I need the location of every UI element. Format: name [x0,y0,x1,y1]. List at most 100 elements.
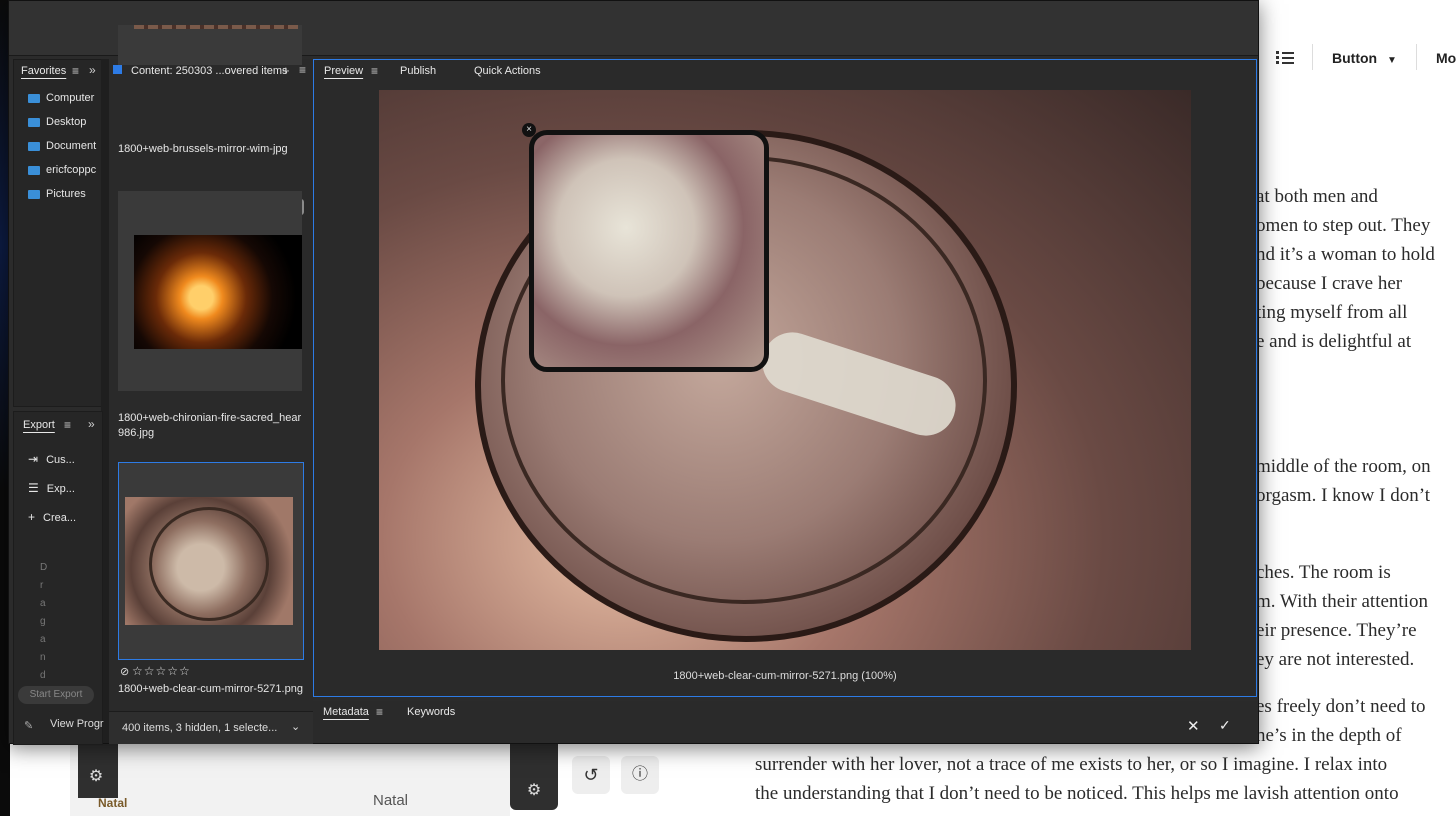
file-name-label: 1800+web-chironian-fire-sacred_hear 986.… [118,412,302,439]
article-line: at both men and [1256,186,1378,207]
tab-export[interactable]: Export [23,419,55,431]
item-count-status: 400 items, 3 hidden, 1 selecte... [122,722,278,734]
folder-icon [28,189,40,199]
tab-quick-actions[interactable]: Quick Actions [474,65,541,77]
favorite-label: ericfcoppc [46,164,97,176]
star-rating[interactable]: ☆☆☆☆☆ [132,664,191,678]
drag-hint-letter: g [40,616,46,627]
selected-thumbnail-image [125,497,293,625]
favorite-label: Desktop [46,116,87,128]
article-line: m. With their attention [1256,591,1428,612]
panel-menu-icon[interactable]: ≡ [72,64,79,78]
apply-checkmark-icon[interactable]: ✓ [1219,717,1231,734]
export-item[interactable]: + Crea... [28,510,76,524]
close-icon[interactable]: × [522,123,536,137]
export-item[interactable]: ☰ Exp... [28,481,75,495]
toolbar-divider [1312,44,1313,70]
export-item-label: Crea... [43,512,77,524]
favorite-item[interactable]: Desktop [28,116,86,136]
article-line: eir presence. They’re [1256,620,1417,641]
export-item-label: Exp... [46,483,75,495]
fire-thumbnail-image [134,235,302,349]
article-line: es freely don’t need to [1256,696,1426,717]
preview-image[interactable]: × [379,90,1191,650]
computer-icon [28,93,40,103]
button-dropdown[interactable]: Button ▼ [1332,50,1397,66]
expand-panel-icon[interactable]: » [88,417,95,431]
pencil-icon[interactable]: ✎ [24,719,33,732]
article-line: omen to step out. They [1256,215,1431,236]
cancel-icon[interactable]: ✕ [1187,717,1200,735]
article-line: because I crave her [1256,273,1403,294]
drag-hint-letter: d [40,670,46,681]
folder-icon [28,141,40,151]
article-line: the understanding that I don’t need to b… [755,783,1399,804]
gear-icon[interactable]: ⚙ [524,780,544,800]
start-export-button[interactable]: Start Export [18,686,94,704]
expand-panel-icon[interactable]: » [89,63,96,77]
content-color-swatch [113,65,122,74]
add-icon[interactable]: + [282,63,290,78]
favorite-label: Pictures [46,188,86,200]
list-icon: ☰ [28,481,39,495]
background-card-left [70,742,510,816]
chevron-down-icon[interactable]: ⌄ [291,720,300,733]
drag-hint-letter: a [40,634,46,645]
plus-icon: + [28,510,36,524]
favorite-item[interactable]: Computer [28,92,94,112]
numbered-list-icon[interactable] [1276,50,1294,66]
preview-caption: 1800+web-clear-cum-mirror-5271.png (100%… [673,670,897,682]
folder-icon [28,117,40,127]
view-progress-link[interactable]: View Progr [50,718,104,730]
tab-content[interactable]: Content: 250303 ...overed items [131,65,288,77]
article-line: orgasm. I know I don’t [1256,485,1430,506]
article-line: middle of the room, on [1256,456,1431,477]
folder-icon [28,165,40,175]
thumbnail-cell[interactable] [118,25,302,65]
tab-publish[interactable]: Publish [400,65,436,77]
export-item[interactable]: ⇥ Cus... [28,452,75,466]
preview-panel: Preview ≡ Publish Quick Actions × 1800+w… [313,59,1257,697]
reject-icon[interactable]: ⊘ [120,665,129,678]
favorite-item[interactable]: Pictures [28,188,86,208]
drag-hint-letter: a [40,598,46,609]
file-name-label: 1800+web-brussels-mirror-wim-jpg [118,143,288,155]
article-line: ne’s in the depth of [1256,725,1402,746]
export-icon: ⇥ [28,452,39,466]
bridge-window: Favorites ≡ » Computer Desktop Document eri… [8,0,1259,745]
thumbnail-circle [149,507,269,621]
drag-hint-letter: r [40,580,44,591]
tab-keywords[interactable]: Keywords [407,706,455,718]
info-icon[interactable]: ⓘ [621,756,659,794]
content-status-bar: 400 items, 3 hidden, 1 selecte... ⌄ [109,711,313,744]
favorite-label: Document [46,140,97,152]
thumbnail-cell-selected[interactable] [118,462,304,660]
toolbar-divider [1416,44,1417,70]
more-button[interactable]: Mo [1436,50,1456,66]
article-line: surrender with her lover, not a trace of… [755,754,1388,775]
panel-menu-icon[interactable]: ≡ [376,705,383,719]
favorite-label: Computer [46,92,95,104]
metadata-panel: Metadata ≡ Keywords ✕ ✓ [313,701,1257,743]
tab-metadata[interactable]: Metadata [323,706,369,718]
panel-menu-icon[interactable]: ≡ [299,63,306,77]
tab-favorites[interactable]: Favorites [21,65,66,77]
inset-image: × [522,123,769,372]
article-line: nd it’s a woman to hold [1256,244,1435,265]
history-icon[interactable]: ↺ [572,756,610,794]
panel-menu-icon[interactable]: ≡ [64,418,71,432]
thumbnail-image [134,25,298,29]
drag-hint-letter: D [40,562,48,573]
tab-preview[interactable]: Preview [324,65,363,77]
thumbnail-cell[interactable] [118,191,302,391]
favorite-item[interactable]: ericfcoppc [28,164,96,184]
panel-menu-icon[interactable]: ≡ [371,64,378,78]
editor-toolbar: Button ▼ Mo [1256,38,1456,78]
article-page: Button ▼ Mo [1256,0,1456,816]
article-line: e and is delightful at [1256,331,1412,352]
gear-icon[interactable]: ⚙ [86,766,106,786]
export-item-label: Cus... [46,454,75,466]
favorites-panel: Favorites ≡ » Computer Desktop Document eri… [13,59,103,407]
favorite-item[interactable]: Document [28,140,96,160]
drag-hint-letter: n [40,652,46,663]
